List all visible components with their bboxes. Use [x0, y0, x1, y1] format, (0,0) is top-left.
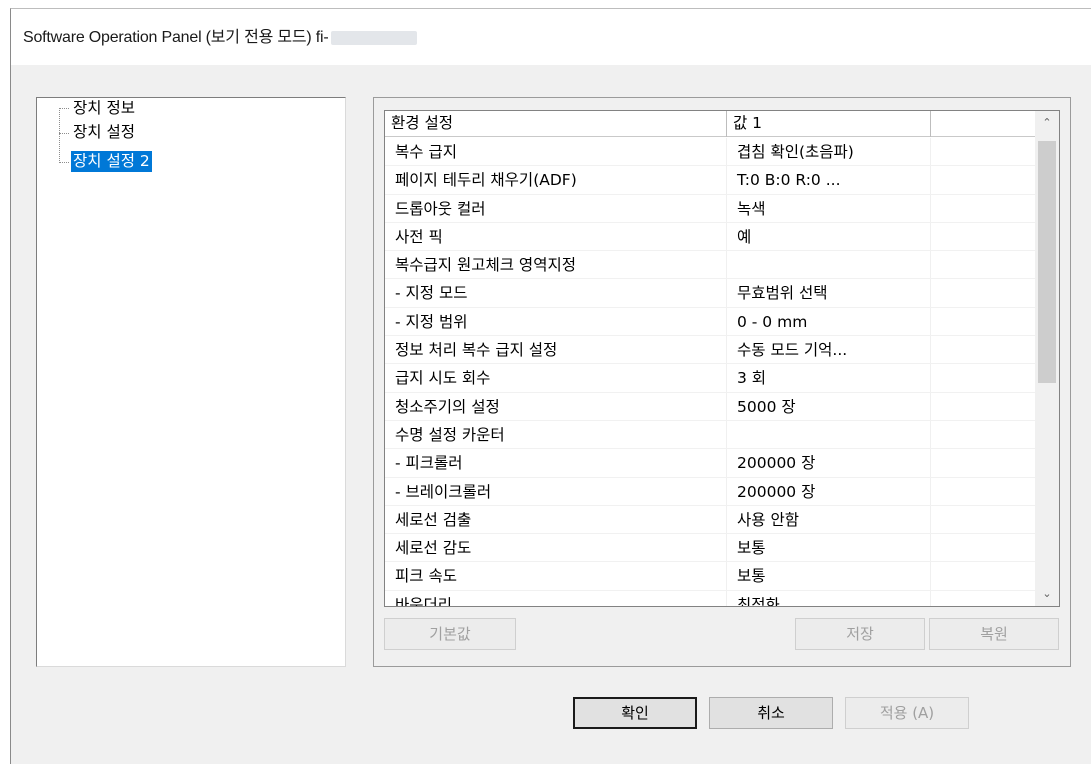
- settings-panel: 환경 설정 값 1 복수 급지 겹침 확인(초음파) 페이지 테두리 채우기(ADF…: [373, 97, 1071, 667]
- scroll-up-icon[interactable]: ⌃: [1035, 111, 1059, 135]
- tree-connector: [59, 108, 60, 163]
- title-bar: Software Operation Panel (보기 전용 모드) fi-: [11, 9, 1091, 65]
- setting-name-cell: 바운더리: [385, 590, 727, 606]
- window-title: Software Operation Panel (보기 전용 모드) fi-: [23, 23, 417, 47]
- setting-name-cell: 복수급지 원고체크 영역지정: [385, 251, 727, 279]
- tree-connector: [59, 108, 69, 109]
- setting-value-cell: 0 - 0 mm: [727, 307, 931, 336]
- table-row[interactable]: 세로선 검출 사용 안함: [385, 505, 1037, 535]
- setting-value-cell: 200000 장: [727, 477, 931, 505]
- scroll-thumb[interactable]: [1038, 141, 1056, 383]
- save-button[interactable]: 저장: [795, 618, 925, 650]
- redacted-model-mask: [330, 30, 417, 45]
- setting-name-cell: 청소주기의 설정: [385, 392, 727, 420]
- table-row[interactable]: 청소주기의 설정 5000 장: [385, 392, 1037, 421]
- column-header-setting[interactable]: 환경 설정: [385, 111, 727, 137]
- setting-value-cell: 무효범위 선택: [727, 279, 931, 307]
- table-row[interactable]: 바운더리 최적화: [385, 590, 1037, 606]
- setting-name-cell: 세로선 감도: [385, 534, 727, 562]
- table-row[interactable]: - 브레이크롤러 200000 장: [385, 477, 1037, 506]
- table-row[interactable]: 드롭아웃 컬러 녹색: [385, 194, 1037, 223]
- table-row[interactable]: 페이지 테두리 채우기(ADF) T:0 B:0 R:0 ...: [385, 166, 1037, 195]
- empty-cell: [931, 420, 1037, 449]
- vertical-scrollbar[interactable]: ⌃ ⌄: [1035, 111, 1059, 606]
- table-row[interactable]: - 지정 범위 0 - 0 mm: [385, 307, 1037, 337]
- setting-value-cell: 3 회: [727, 364, 931, 392]
- setting-name-cell: - 지정 모드: [385, 279, 727, 307]
- table-row[interactable]: 급지 시도 회수 3 회: [385, 364, 1037, 393]
- setting-value-cell: T:0 B:0 R:0 ...: [727, 166, 931, 194]
- column-header-value[interactable]: 값 1: [727, 111, 931, 137]
- setting-value-cell: 5000 장: [727, 392, 931, 420]
- setting-value-cell: [727, 420, 931, 449]
- setting-name-cell: 페이지 테두리 채우기(ADF): [385, 166, 727, 194]
- window-title-text: Software Operation Panel (보기 전용 모드) fi-: [23, 29, 329, 46]
- setting-value-cell: 보통: [727, 534, 931, 562]
- empty-cell: [931, 166, 1037, 194]
- default-button[interactable]: 기본값: [384, 618, 516, 650]
- empty-cell: [931, 138, 1037, 166]
- column-header-blank[interactable]: [931, 111, 1037, 137]
- tree-item-device-info[interactable]: 장치 정보: [71, 98, 137, 119]
- table-row[interactable]: - 피크롤러 200000 장: [385, 449, 1037, 478]
- table-row[interactable]: 세로선 감도 보통: [385, 534, 1037, 563]
- setting-value-cell: 녹색: [727, 194, 931, 222]
- setting-name-cell: 급지 시도 회수: [385, 364, 727, 392]
- setting-value-cell: [727, 251, 931, 279]
- table-row[interactable]: 피크 속도 보통: [385, 562, 1037, 591]
- empty-cell: [931, 222, 1037, 251]
- table-row[interactable]: 수명 설정 카운터: [385, 420, 1037, 450]
- setting-name-cell: - 피크롤러: [385, 449, 727, 477]
- ok-button[interactable]: 확인: [573, 697, 697, 729]
- table-row[interactable]: 복수급지 원고체크 영역지정: [385, 251, 1037, 280]
- list-header: 환경 설정 값 1: [385, 111, 1059, 137]
- tree-connector: [59, 162, 69, 163]
- empty-cell: [931, 562, 1037, 590]
- setting-name-cell: - 브레이크롤러: [385, 477, 727, 505]
- setting-name-cell: - 지정 범위: [385, 307, 727, 336]
- setting-name-cell: 피크 속도: [385, 562, 727, 590]
- scroll-down-icon[interactable]: ⌄: [1035, 582, 1059, 606]
- setting-value-cell: 사용 안함: [727, 505, 931, 534]
- setting-value-cell: 겹침 확인(초음파): [727, 138, 931, 166]
- setting-name-cell: 세로선 검출: [385, 505, 727, 534]
- empty-cell: [931, 194, 1037, 222]
- empty-cell: [931, 279, 1037, 307]
- empty-cell: [931, 477, 1037, 505]
- list-rows: 복수 급지 겹침 확인(초음파) 페이지 테두리 채우기(ADF) T:0 B:0 R…: [385, 138, 1037, 606]
- setting-name-cell: 드롭아웃 컬러: [385, 194, 727, 222]
- empty-cell: [931, 505, 1037, 534]
- empty-cell: [931, 307, 1037, 336]
- table-row[interactable]: 사전 픽예: [385, 222, 1037, 252]
- cancel-button[interactable]: 취소: [709, 697, 833, 729]
- settings-list: 환경 설정 값 1 복수 급지 겹침 확인(초음파) 페이지 테두리 채우기(ADF…: [384, 110, 1060, 607]
- setting-name-cell: 수명 설정 카운터: [385, 420, 727, 449]
- setting-value-cell: 200000 장: [727, 449, 931, 477]
- dialog-window: Software Operation Panel (보기 전용 모드) fi- …: [10, 8, 1091, 764]
- empty-cell: [931, 336, 1037, 364]
- table-row[interactable]: 복수 급지 겹침 확인(초음파): [385, 138, 1037, 167]
- setting-name-cell: 복수 급지: [385, 138, 727, 166]
- tree-item-device-settings[interactable]: 장치 설정: [71, 122, 137, 143]
- tree-connector: [59, 133, 69, 134]
- empty-cell: [931, 449, 1037, 477]
- empty-cell: [931, 590, 1037, 606]
- table-row[interactable]: 정보 처리 복수 급지 설정 수동 모드 기억...: [385, 336, 1037, 365]
- empty-cell: [931, 534, 1037, 562]
- empty-cell: [931, 251, 1037, 279]
- empty-cell: [931, 392, 1037, 420]
- empty-cell: [931, 364, 1037, 392]
- tree-item-device-settings-2[interactable]: 장치 설정 2: [71, 151, 152, 172]
- setting-name-cell: 사전 픽: [385, 222, 727, 251]
- setting-value-cell: 수동 모드 기억...: [727, 336, 931, 364]
- setting-value-cell: 최적화: [727, 590, 931, 606]
- setting-value-cell: 예: [727, 222, 931, 251]
- table-row[interactable]: - 지정 모드 무효범위 선택: [385, 279, 1037, 308]
- settings-tree: 장치 정보 장치 설정 장치 설정 2: [36, 97, 346, 667]
- apply-button[interactable]: 적용 (A): [845, 697, 969, 729]
- restore-button[interactable]: 복원: [929, 618, 1059, 650]
- setting-value-cell: 보통: [727, 562, 931, 590]
- setting-name-cell: 정보 처리 복수 급지 설정: [385, 336, 727, 364]
